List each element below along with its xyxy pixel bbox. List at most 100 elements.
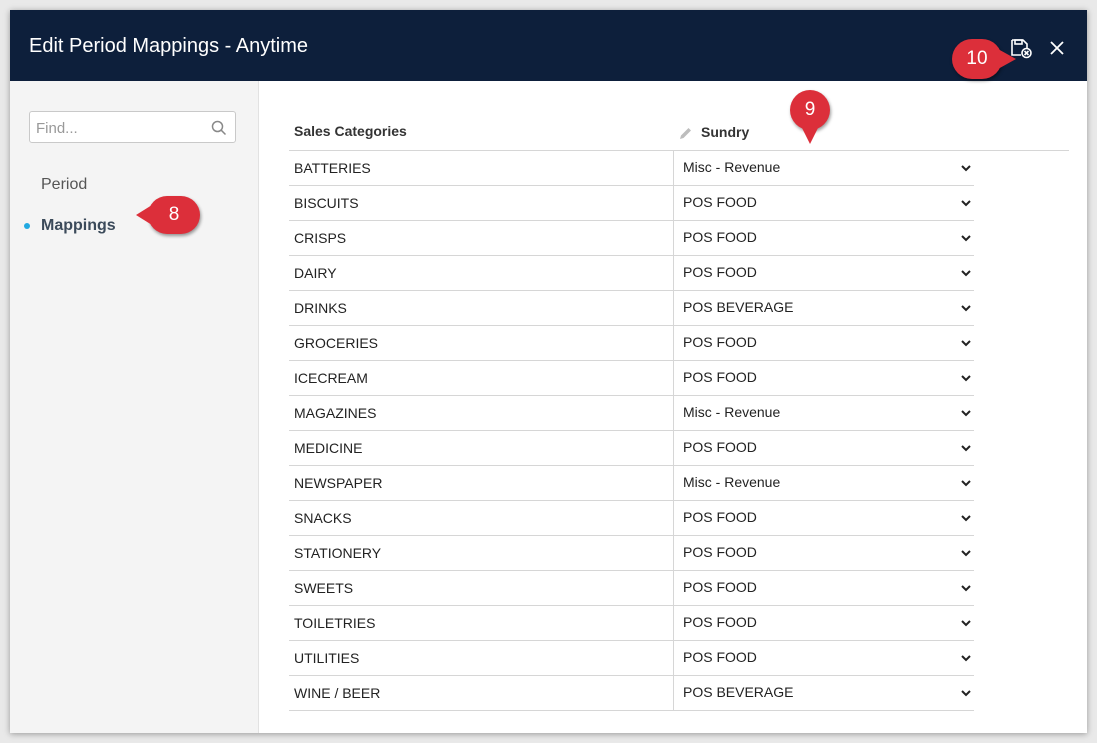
table-row: TOILETRIES POS FOOD <box>289 606 974 641</box>
mapping-dropdown[interactable]: Misc - Revenue <box>673 466 975 500</box>
mapping-value: POS FOOD <box>683 334 757 350</box>
mapping-value: POS BEVERAGE <box>683 299 794 315</box>
mapping-value: POS FOOD <box>683 649 757 665</box>
chevron-down-icon <box>961 270 971 277</box>
mapping-dropdown[interactable]: POS FOOD <box>673 641 975 675</box>
mapping-value: POS FOOD <box>683 369 757 385</box>
table-row: DRINKS POS BEVERAGE <box>289 291 974 326</box>
chevron-down-icon <box>961 165 971 172</box>
close-icon <box>1050 41 1064 55</box>
chevron-down-icon <box>961 445 971 452</box>
sidebar: Period Mappings <box>10 81 259 733</box>
table-row: CRISPS POS FOOD <box>289 221 974 256</box>
active-indicator-dot <box>24 223 30 229</box>
category-cell: SWEETS <box>294 580 354 596</box>
chevron-down-icon <box>961 515 971 522</box>
sidebar-item-period[interactable]: Period <box>41 176 87 194</box>
table-row: MEDICINE POS FOOD <box>289 431 974 466</box>
chevron-down-icon <box>961 375 971 382</box>
chevron-down-icon <box>961 550 971 557</box>
close-button[interactable] <box>1046 35 1068 61</box>
callout-10: 10 <box>952 39 1016 79</box>
category-cell: BATTERIES <box>294 160 371 176</box>
category-cell: DAIRY <box>294 265 337 281</box>
mapping-dropdown[interactable]: POS BEVERAGE <box>673 291 975 325</box>
table-row: BATTERIES Misc - Revenue <box>289 151 974 186</box>
table-body: BATTERIES Misc - Revenue BISCUITS POS FOOD C… <box>289 151 974 711</box>
table-row: GROCERIES POS FOOD <box>289 326 974 361</box>
chevron-down-icon <box>961 305 971 312</box>
search-icon[interactable] <box>211 120 227 136</box>
mapping-dropdown[interactable]: Misc - Revenue <box>673 151 975 185</box>
table-row: MAGAZINES Misc - Revenue <box>289 396 974 431</box>
sidebar-item-mappings[interactable]: Mappings <box>41 217 116 235</box>
table-row: SWEETS POS FOOD <box>289 571 974 606</box>
mapping-dropdown[interactable]: POS FOOD <box>673 536 975 570</box>
mapping-value: POS FOOD <box>683 509 757 525</box>
table-row: STATIONERY POS FOOD <box>289 536 974 571</box>
mapping-dropdown[interactable]: POS FOOD <box>673 186 975 220</box>
mapping-value: Misc - Revenue <box>683 159 781 175</box>
category-cell: NEWSPAPER <box>294 475 383 491</box>
table-row: UTILITIES POS FOOD <box>289 641 974 676</box>
mapping-value: POS FOOD <box>683 264 757 280</box>
edit-period-mappings-dialog: Edit Period Mappings - Anytime Perio <box>10 10 1087 733</box>
chevron-down-icon <box>961 690 971 697</box>
dialog-title: Edit Period Mappings - Anytime <box>29 35 309 57</box>
pencil-icon <box>680 127 691 139</box>
category-cell: MEDICINE <box>294 440 363 456</box>
column-header-sundry[interactable]: Sundry <box>679 115 749 150</box>
mapping-dropdown[interactable]: POS FOOD <box>673 361 975 395</box>
search-box <box>29 111 236 144</box>
chevron-down-icon <box>961 480 971 487</box>
mapping-value: POS FOOD <box>683 194 757 210</box>
search-input[interactable] <box>34 112 208 144</box>
chevron-down-icon <box>961 340 971 347</box>
callout-8: 8 <box>136 196 200 234</box>
chevron-down-icon <box>961 200 971 207</box>
mapping-value: POS FOOD <box>683 544 757 560</box>
category-cell: TOILETRIES <box>294 615 376 631</box>
category-cell: GROCERIES <box>294 335 379 351</box>
mapping-dropdown[interactable]: POS FOOD <box>673 256 975 290</box>
mapping-value: Misc - Revenue <box>683 474 781 490</box>
mapping-dropdown[interactable]: POS FOOD <box>673 501 975 535</box>
table-row: DAIRY POS FOOD <box>289 256 974 291</box>
category-cell: SNACKS <box>294 510 352 526</box>
table-row: ICECREAM POS FOOD <box>289 361 974 396</box>
mapping-dropdown[interactable]: POS BEVERAGE <box>673 676 975 710</box>
chevron-down-icon <box>961 655 971 662</box>
category-cell: WINE / BEER <box>294 685 381 701</box>
category-cell: MAGAZINES <box>294 405 377 421</box>
mapping-value: POS FOOD <box>683 229 757 245</box>
category-cell: DRINKS <box>294 300 347 316</box>
mapping-value: POS FOOD <box>683 439 757 455</box>
mapping-value: POS FOOD <box>683 614 757 630</box>
table-row: SNACKS POS FOOD <box>289 501 974 536</box>
category-cell: ICECREAM <box>294 370 368 386</box>
mapping-value: POS FOOD <box>683 579 757 595</box>
category-cell: UTILITIES <box>294 650 360 666</box>
category-cell: CRISPS <box>294 230 347 246</box>
chevron-down-icon <box>961 620 971 627</box>
mapping-dropdown[interactable]: Misc - Revenue <box>673 396 975 430</box>
mapping-dropdown[interactable]: POS FOOD <box>673 221 975 255</box>
table-row: NEWSPAPER Misc - Revenue <box>289 466 974 501</box>
mapping-value: POS BEVERAGE <box>683 684 794 700</box>
chevron-down-icon <box>961 585 971 592</box>
category-cell: STATIONERY <box>294 545 382 561</box>
callout-9: 9 <box>790 90 830 144</box>
column-header-sales-categories: Sales Categories <box>294 123 407 139</box>
mapping-value: Misc - Revenue <box>683 404 781 420</box>
category-cell: BISCUITS <box>294 195 359 211</box>
table-row: BISCUITS POS FOOD <box>289 186 974 221</box>
mapping-dropdown[interactable]: POS FOOD <box>673 571 975 605</box>
chevron-down-icon <box>961 235 971 242</box>
mapping-dropdown[interactable]: POS FOOD <box>673 326 975 360</box>
mapping-dropdown[interactable]: POS FOOD <box>673 431 975 465</box>
dialog-header: Edit Period Mappings - Anytime <box>10 10 1087 81</box>
chevron-down-icon <box>961 410 971 417</box>
mapping-dropdown[interactable]: POS FOOD <box>673 606 975 640</box>
column-header-sundry-label: Sundry <box>701 124 750 140</box>
table-row: WINE / BEER POS BEVERAGE <box>289 676 974 711</box>
